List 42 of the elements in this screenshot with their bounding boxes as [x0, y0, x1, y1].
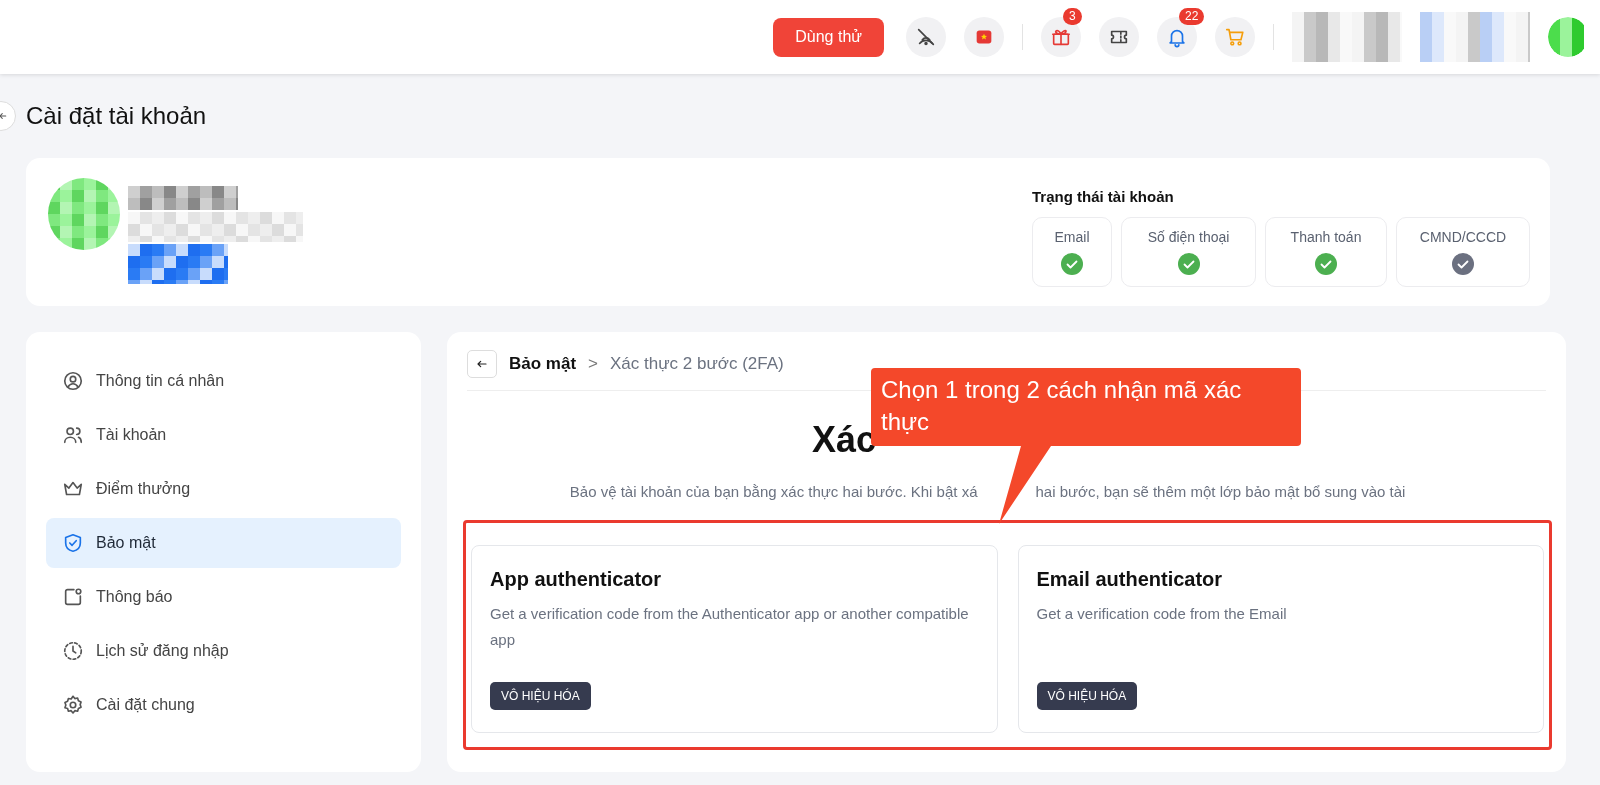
breadcrumb-current: Xác thực 2 bước (2FA)	[610, 354, 784, 374]
description: Bảo vệ tài khoản của bạn bằng xác thực hai bước. Khi bật xá	[569, 482, 978, 502]
page-title: Cài đặt tài khoản	[26, 102, 207, 130]
sidebar-item[interactable]: Lịch sử đăng nhập	[46, 626, 401, 676]
card-description: Get a verification code from the Email	[1036, 604, 1288, 624]
sidebar-item[interactable]: Thông tin cá nhân	[46, 356, 401, 406]
status-label: Thanh toán	[1290, 229, 1362, 245]
section-title: Trạng thái tài khoản	[1032, 188, 1175, 205]
notification-icon	[62, 586, 84, 608]
count-badge: 22	[1179, 8, 1205, 25]
status-label: Số điện thoại	[1147, 229, 1230, 245]
history-icon	[62, 640, 84, 662]
card-title: App authenticator	[490, 568, 663, 591]
disable-button[interactable]: VÔ HIỆU HÓA	[490, 682, 591, 710]
breadcrumb-link[interactable]: Bảo mật	[509, 354, 577, 374]
card-title: Email authenticator	[1036, 568, 1224, 591]
avatar	[48, 178, 120, 250]
cart-icon	[1224, 26, 1246, 48]
back-button[interactable]	[467, 350, 497, 378]
sidebar-item[interactable]: Điểm thưởng	[46, 464, 401, 514]
callout-text: Chọn 1 trong 2 cách nhận mã xác thực	[881, 375, 1243, 437]
status-label: Email	[1054, 229, 1090, 245]
no-signal-icon	[915, 26, 937, 48]
sidebar-item[interactable]: Bảo mật	[46, 518, 401, 568]
description: hai bước, bạn sẽ thêm một lớp bảo mật bổ sung vào tài	[1035, 482, 1406, 502]
sidebar-item[interactable]: Tài khoản	[46, 410, 401, 460]
shield-check-icon	[62, 532, 84, 554]
settings-icon	[62, 694, 84, 716]
breadcrumb-separator: >	[588, 354, 598, 374]
section-heading: Xác	[812, 419, 877, 461]
status-label: CMND/CCCD	[1419, 229, 1507, 245]
count-badge: 3	[1063, 8, 1082, 25]
disable-button[interactable]: VÔ HIỆU HÓA	[1036, 682, 1138, 710]
sidebar-item[interactable]: Thông báo	[46, 572, 401, 622]
trial-button[interactable]: Dùng thử	[773, 17, 884, 57]
ticket-button[interactable]	[1099, 17, 1139, 57]
users-icon	[62, 424, 84, 446]
user-circle-icon	[62, 370, 84, 392]
flag-button[interactable]	[964, 17, 1004, 57]
sidebar-item[interactable]: Cài đặt chung	[46, 680, 401, 730]
card-description: Get a verification code from the Authenticator app or another compatible app	[490, 604, 970, 650]
no-signal-button[interactable]	[906, 17, 946, 57]
